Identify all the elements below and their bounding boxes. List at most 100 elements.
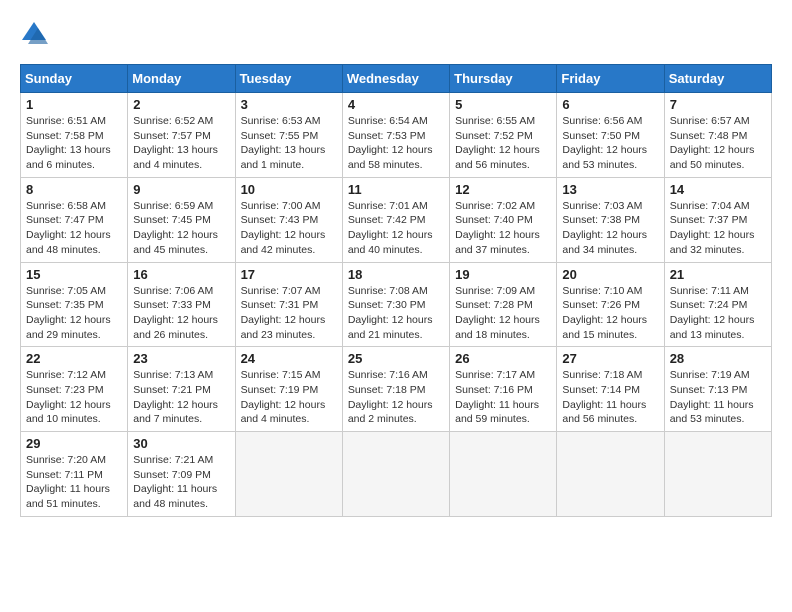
calendar-day: 24 Sunrise: 7:15 AM Sunset: 7:19 PM Dayl… bbox=[235, 347, 342, 432]
day-number: 15 bbox=[26, 267, 122, 282]
calendar-week-row: 1 Sunrise: 6:51 AM Sunset: 7:58 PM Dayli… bbox=[21, 93, 772, 178]
day-info: Sunrise: 7:16 AM Sunset: 7:18 PM Dayligh… bbox=[348, 368, 444, 427]
day-info: Sunrise: 7:18 AM Sunset: 7:14 PM Dayligh… bbox=[562, 368, 658, 427]
calendar-day: 17 Sunrise: 7:07 AM Sunset: 7:31 PM Dayl… bbox=[235, 262, 342, 347]
day-number: 2 bbox=[133, 97, 229, 112]
calendar-day: 5 Sunrise: 6:55 AM Sunset: 7:52 PM Dayli… bbox=[450, 93, 557, 178]
day-number: 21 bbox=[670, 267, 766, 282]
day-info: Sunrise: 6:54 AM Sunset: 7:53 PM Dayligh… bbox=[348, 114, 444, 173]
day-number: 24 bbox=[241, 351, 337, 366]
calendar-week-row: 15 Sunrise: 7:05 AM Sunset: 7:35 PM Dayl… bbox=[21, 262, 772, 347]
day-info: Sunrise: 7:11 AM Sunset: 7:24 PM Dayligh… bbox=[670, 284, 766, 343]
day-number: 28 bbox=[670, 351, 766, 366]
day-info: Sunrise: 6:56 AM Sunset: 7:50 PM Dayligh… bbox=[562, 114, 658, 173]
day-info: Sunrise: 6:58 AM Sunset: 7:47 PM Dayligh… bbox=[26, 199, 122, 258]
calendar-day: 1 Sunrise: 6:51 AM Sunset: 7:58 PM Dayli… bbox=[21, 93, 128, 178]
day-number: 1 bbox=[26, 97, 122, 112]
logo bbox=[20, 20, 52, 48]
col-friday: Friday bbox=[557, 65, 664, 93]
col-wednesday: Wednesday bbox=[342, 65, 449, 93]
calendar-week-row: 29 Sunrise: 7:20 AM Sunset: 7:11 PM Dayl… bbox=[21, 432, 772, 517]
day-info: Sunrise: 7:08 AM Sunset: 7:30 PM Dayligh… bbox=[348, 284, 444, 343]
calendar-day: 21 Sunrise: 7:11 AM Sunset: 7:24 PM Dayl… bbox=[664, 262, 771, 347]
day-info: Sunrise: 7:13 AM Sunset: 7:21 PM Dayligh… bbox=[133, 368, 229, 427]
day-info: Sunrise: 7:09 AM Sunset: 7:28 PM Dayligh… bbox=[455, 284, 551, 343]
calendar-day: 11 Sunrise: 7:01 AM Sunset: 7:42 PM Dayl… bbox=[342, 177, 449, 262]
day-number: 12 bbox=[455, 182, 551, 197]
day-info: Sunrise: 7:20 AM Sunset: 7:11 PM Dayligh… bbox=[26, 453, 122, 512]
col-tuesday: Tuesday bbox=[235, 65, 342, 93]
calendar-day-empty bbox=[557, 432, 664, 517]
calendar-day: 16 Sunrise: 7:06 AM Sunset: 7:33 PM Dayl… bbox=[128, 262, 235, 347]
day-number: 18 bbox=[348, 267, 444, 282]
day-info: Sunrise: 6:52 AM Sunset: 7:57 PM Dayligh… bbox=[133, 114, 229, 173]
page-header bbox=[20, 20, 772, 48]
calendar-header-row: Sunday Monday Tuesday Wednesday Thursday… bbox=[21, 65, 772, 93]
calendar-day: 6 Sunrise: 6:56 AM Sunset: 7:50 PM Dayli… bbox=[557, 93, 664, 178]
calendar-day: 23 Sunrise: 7:13 AM Sunset: 7:21 PM Dayl… bbox=[128, 347, 235, 432]
day-number: 10 bbox=[241, 182, 337, 197]
day-number: 26 bbox=[455, 351, 551, 366]
calendar-day: 15 Sunrise: 7:05 AM Sunset: 7:35 PM Dayl… bbox=[21, 262, 128, 347]
day-info: Sunrise: 7:00 AM Sunset: 7:43 PM Dayligh… bbox=[241, 199, 337, 258]
day-info: Sunrise: 6:57 AM Sunset: 7:48 PM Dayligh… bbox=[670, 114, 766, 173]
day-info: Sunrise: 7:06 AM Sunset: 7:33 PM Dayligh… bbox=[133, 284, 229, 343]
day-number: 29 bbox=[26, 436, 122, 451]
calendar-week-row: 8 Sunrise: 6:58 AM Sunset: 7:47 PM Dayli… bbox=[21, 177, 772, 262]
calendar-day: 20 Sunrise: 7:10 AM Sunset: 7:26 PM Dayl… bbox=[557, 262, 664, 347]
day-number: 20 bbox=[562, 267, 658, 282]
calendar-day: 28 Sunrise: 7:19 AM Sunset: 7:13 PM Dayl… bbox=[664, 347, 771, 432]
day-info: Sunrise: 7:02 AM Sunset: 7:40 PM Dayligh… bbox=[455, 199, 551, 258]
col-sunday: Sunday bbox=[21, 65, 128, 93]
calendar-day: 8 Sunrise: 6:58 AM Sunset: 7:47 PM Dayli… bbox=[21, 177, 128, 262]
day-info: Sunrise: 6:53 AM Sunset: 7:55 PM Dayligh… bbox=[241, 114, 337, 173]
calendar-day: 9 Sunrise: 6:59 AM Sunset: 7:45 PM Dayli… bbox=[128, 177, 235, 262]
day-number: 7 bbox=[670, 97, 766, 112]
calendar-day-empty bbox=[342, 432, 449, 517]
calendar-day: 14 Sunrise: 7:04 AM Sunset: 7:37 PM Dayl… bbox=[664, 177, 771, 262]
day-info: Sunrise: 7:04 AM Sunset: 7:37 PM Dayligh… bbox=[670, 199, 766, 258]
calendar-day: 29 Sunrise: 7:20 AM Sunset: 7:11 PM Dayl… bbox=[21, 432, 128, 517]
day-info: Sunrise: 7:03 AM Sunset: 7:38 PM Dayligh… bbox=[562, 199, 658, 258]
calendar-day: 12 Sunrise: 7:02 AM Sunset: 7:40 PM Dayl… bbox=[450, 177, 557, 262]
logo-icon bbox=[20, 20, 48, 48]
day-number: 17 bbox=[241, 267, 337, 282]
calendar-day: 7 Sunrise: 6:57 AM Sunset: 7:48 PM Dayli… bbox=[664, 93, 771, 178]
day-number: 16 bbox=[133, 267, 229, 282]
day-info: Sunrise: 7:19 AM Sunset: 7:13 PM Dayligh… bbox=[670, 368, 766, 427]
day-info: Sunrise: 7:10 AM Sunset: 7:26 PM Dayligh… bbox=[562, 284, 658, 343]
calendar-day-empty bbox=[664, 432, 771, 517]
day-number: 30 bbox=[133, 436, 229, 451]
day-number: 13 bbox=[562, 182, 658, 197]
col-thursday: Thursday bbox=[450, 65, 557, 93]
col-monday: Monday bbox=[128, 65, 235, 93]
calendar-table: Sunday Monday Tuesday Wednesday Thursday… bbox=[20, 64, 772, 517]
day-number: 23 bbox=[133, 351, 229, 366]
day-number: 11 bbox=[348, 182, 444, 197]
day-number: 4 bbox=[348, 97, 444, 112]
calendar-day: 2 Sunrise: 6:52 AM Sunset: 7:57 PM Dayli… bbox=[128, 93, 235, 178]
day-number: 8 bbox=[26, 182, 122, 197]
calendar-day: 3 Sunrise: 6:53 AM Sunset: 7:55 PM Dayli… bbox=[235, 93, 342, 178]
day-number: 27 bbox=[562, 351, 658, 366]
calendar-day-empty bbox=[450, 432, 557, 517]
calendar-day: 26 Sunrise: 7:17 AM Sunset: 7:16 PM Dayl… bbox=[450, 347, 557, 432]
day-info: Sunrise: 7:21 AM Sunset: 7:09 PM Dayligh… bbox=[133, 453, 229, 512]
day-number: 22 bbox=[26, 351, 122, 366]
day-info: Sunrise: 7:17 AM Sunset: 7:16 PM Dayligh… bbox=[455, 368, 551, 427]
calendar-day: 18 Sunrise: 7:08 AM Sunset: 7:30 PM Dayl… bbox=[342, 262, 449, 347]
calendar-day: 10 Sunrise: 7:00 AM Sunset: 7:43 PM Dayl… bbox=[235, 177, 342, 262]
day-info: Sunrise: 6:55 AM Sunset: 7:52 PM Dayligh… bbox=[455, 114, 551, 173]
day-info: Sunrise: 7:15 AM Sunset: 7:19 PM Dayligh… bbox=[241, 368, 337, 427]
calendar-day: 25 Sunrise: 7:16 AM Sunset: 7:18 PM Dayl… bbox=[342, 347, 449, 432]
day-info: Sunrise: 6:59 AM Sunset: 7:45 PM Dayligh… bbox=[133, 199, 229, 258]
calendar-day: 13 Sunrise: 7:03 AM Sunset: 7:38 PM Dayl… bbox=[557, 177, 664, 262]
day-number: 6 bbox=[562, 97, 658, 112]
day-number: 3 bbox=[241, 97, 337, 112]
col-saturday: Saturday bbox=[664, 65, 771, 93]
day-number: 14 bbox=[670, 182, 766, 197]
day-info: Sunrise: 7:05 AM Sunset: 7:35 PM Dayligh… bbox=[26, 284, 122, 343]
calendar-day: 27 Sunrise: 7:18 AM Sunset: 7:14 PM Dayl… bbox=[557, 347, 664, 432]
day-number: 9 bbox=[133, 182, 229, 197]
day-number: 19 bbox=[455, 267, 551, 282]
